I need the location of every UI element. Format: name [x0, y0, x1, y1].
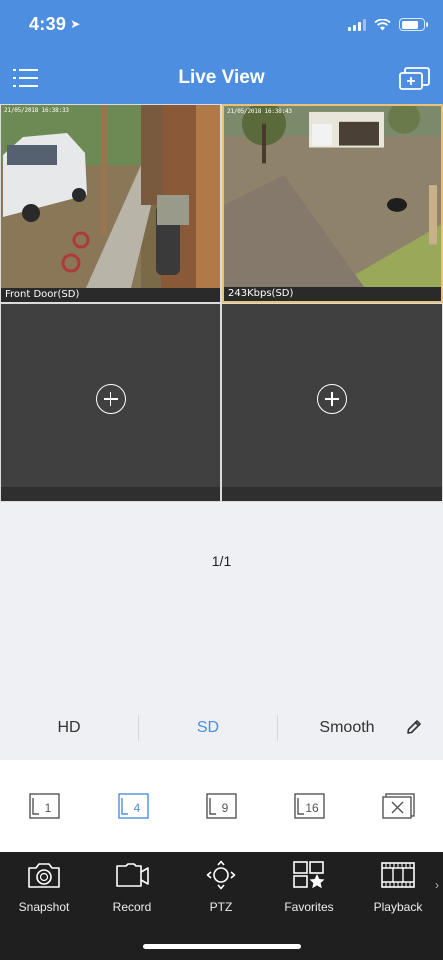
status-time: 4:39 — [29, 14, 67, 34]
playback-label: Playback — [373, 900, 423, 914]
location-arrow-icon: ➤ — [70, 17, 81, 31]
snapshot-button[interactable]: Snapshot — [4, 860, 84, 914]
camera-timestamp: 21/05/2018 16:38:33 — [4, 107, 69, 114]
page-title: Live View — [178, 67, 265, 88]
ptz-direction-icon — [206, 860, 236, 890]
camera-feed-yard — [224, 106, 441, 287]
camera-timestamp: 21/05/2018 16:38:43 — [227, 108, 292, 115]
layout-1-label: 1 — [45, 801, 52, 815]
snapshot-label: Snapshot — [18, 900, 70, 914]
layout-1-button[interactable]: 1 — [29, 793, 60, 819]
app-header: 4:39 ➤ Live View — [0, 0, 443, 104]
chevron-right-icon[interactable]: › — [435, 878, 439, 892]
layout-9-label: 9 — [222, 801, 229, 815]
add-camera-plus-icon[interactable] — [95, 384, 126, 414]
camera-icon — [28, 863, 60, 888]
layout-16-button[interactable]: 16 — [294, 793, 325, 819]
favorites-star-icon — [293, 861, 325, 889]
layout-4-label: 4 — [134, 801, 141, 815]
camera-window-4-empty[interactable] — [222, 304, 442, 501]
camera-window-3-empty[interactable] — [1, 304, 220, 501]
layout-selector: 1 4 9 16 — [0, 760, 443, 852]
status-icons — [348, 18, 428, 31]
cellular-signal-icon — [348, 18, 366, 31]
camera-label: 243Kbps(SD) — [224, 287, 441, 301]
layout-9-button[interactable]: 9 — [206, 793, 237, 819]
camera-feed-front-door — [1, 105, 220, 288]
status-bar: 4:39 ➤ — [29, 14, 428, 38]
ptz-label: PTZ — [209, 900, 233, 914]
playback-button[interactable]: Playback — [358, 860, 438, 914]
wifi-icon — [374, 18, 391, 30]
camera-window-2-selected[interactable]: 21/05/2018 16:38:43 243Kbps(SD) — [222, 104, 443, 303]
layout-4-button-selected[interactable]: 4 — [118, 793, 149, 819]
record-button[interactable]: Record — [92, 860, 172, 914]
film-strip-icon — [381, 862, 415, 888]
camera-window-1[interactable]: 21/05/2018 16:38:33 Front Door(SD) — [1, 105, 220, 302]
nav-bar: Live View — [0, 54, 443, 102]
add-window-icon — [399, 67, 430, 90]
close-all-windows-button[interactable] — [382, 793, 415, 819]
ptz-button[interactable]: PTZ — [181, 860, 261, 914]
quality-selector: HD SD Smooth — [0, 697, 443, 759]
video-camera-icon — [116, 863, 149, 887]
favorites-button[interactable]: Favorites — [269, 860, 349, 914]
pencil-edit-icon[interactable] — [405, 718, 423, 736]
record-label: Record — [112, 900, 152, 914]
layout-16-label: 16 — [305, 801, 319, 815]
add-window-button[interactable] — [399, 66, 431, 92]
camera-label: Front Door(SD) — [1, 288, 220, 302]
battery-icon — [399, 18, 428, 31]
add-camera-plus-icon[interactable] — [317, 384, 347, 414]
bottom-toolbar: Snapshot Record PTZ Favorites Playback › — [0, 852, 443, 960]
quality-option-sd[interactable]: SD — [139, 719, 277, 737]
camera-grid: 21/05/2018 16:38:33 Front Door(SD) 21/05… — [0, 104, 443, 502]
quality-option-hd[interactable]: HD — [0, 719, 138, 737]
favorites-label: Favorites — [284, 900, 334, 914]
quality-option-smooth[interactable]: Smooth — [278, 719, 416, 737]
page-indicator: 1/1 — [211, 553, 232, 569]
home-indicator — [143, 944, 301, 949]
camera-caption-bar — [222, 487, 442, 501]
camera-caption-bar — [1, 487, 220, 501]
